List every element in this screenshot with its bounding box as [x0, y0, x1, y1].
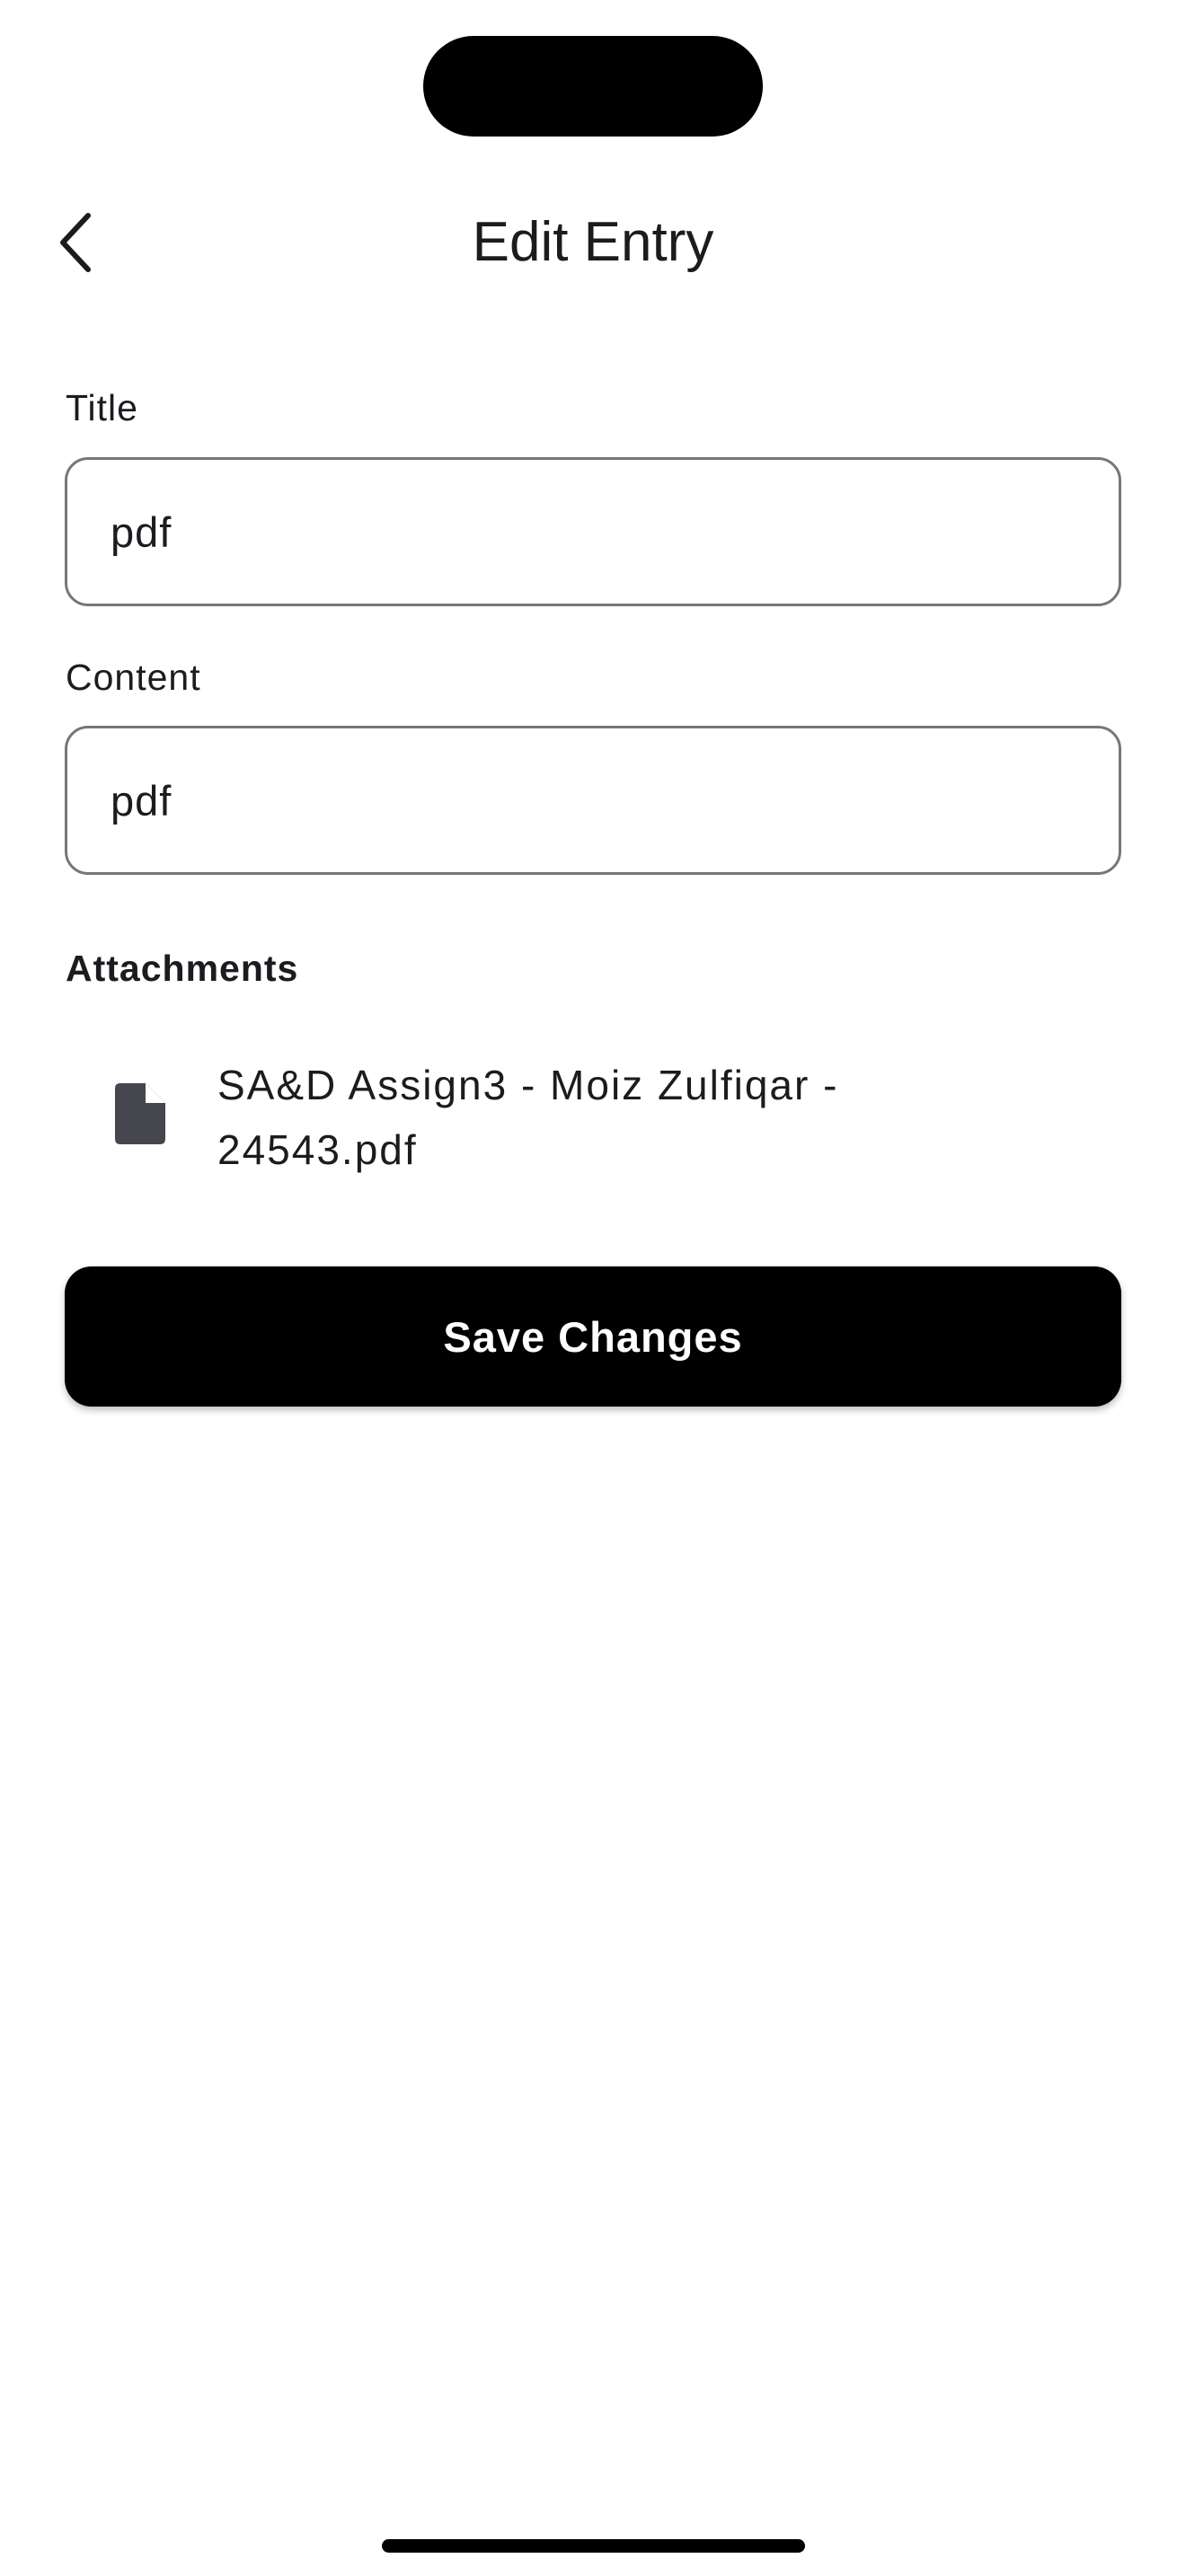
- content-input[interactable]: pdf: [65, 726, 1121, 875]
- attachments-heading: Attachments: [66, 948, 299, 989]
- title-input[interactable]: pdf: [65, 457, 1121, 606]
- save-changes-button[interactable]: Save Changes: [65, 1266, 1121, 1407]
- attachment-name: SA&D Assign3 - Moiz Zulfiqar - 24543.pdf: [217, 1062, 839, 1173]
- content-label: Content: [66, 657, 201, 698]
- page-title: Edit Entry: [472, 211, 714, 273]
- title-label: Title: [66, 387, 138, 428]
- file-icon: [115, 1083, 165, 1144]
- dynamic-island: [423, 36, 763, 137]
- title-input-value: pdf: [111, 507, 173, 556]
- content-input-value: pdf: [111, 776, 173, 825]
- attachment-item[interactable]: SA&D Assign3 - Moiz Zulfiqar - 24543.pdf: [65, 1042, 1121, 1195]
- home-indicator: [382, 2539, 805, 2553]
